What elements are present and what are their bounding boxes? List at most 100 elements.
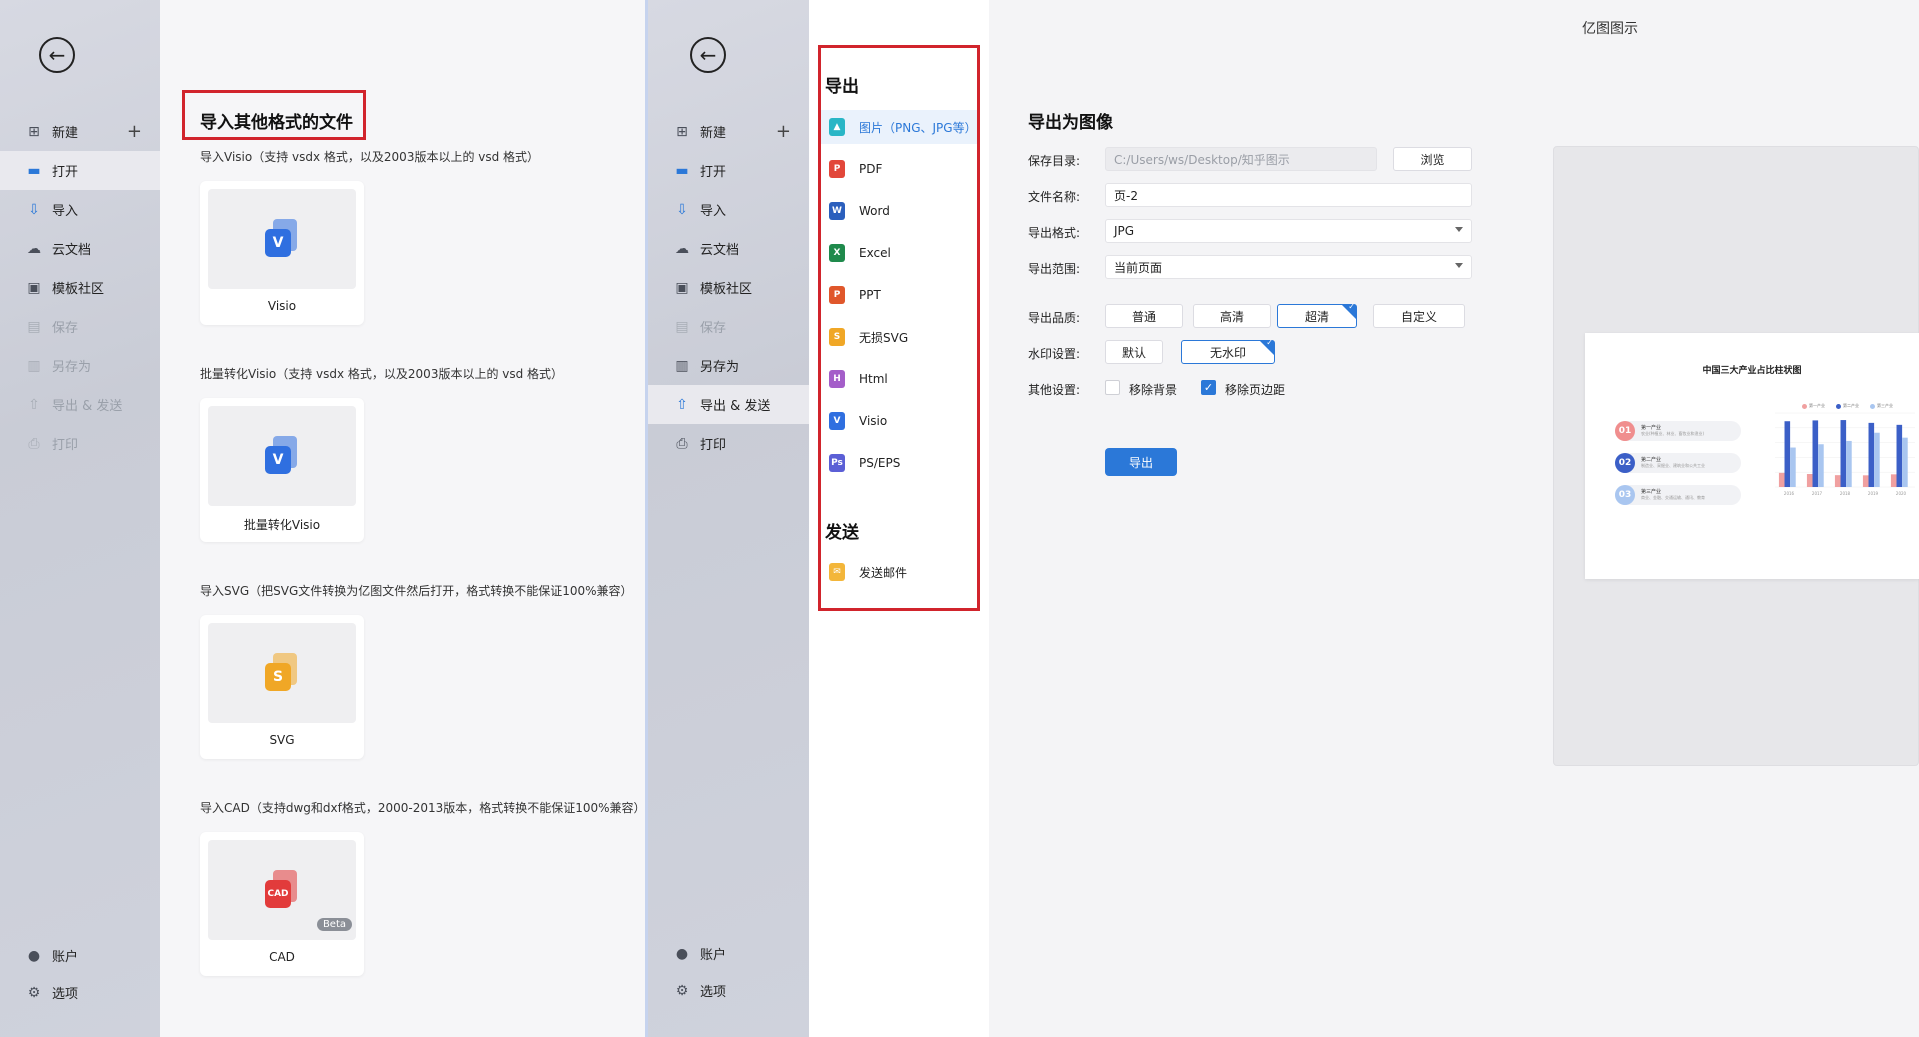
section-description: 导入Visio（支持 vsdx 格式，以及2003版本以上的 vsd 格式） [200, 150, 540, 164]
watermark-option[interactable]: 无水印 [1181, 338, 1275, 364]
chart-bar [1784, 421, 1791, 487]
export-item[interactable]: V Visio [821, 404, 977, 438]
format-label: 导出格式: [1028, 226, 1081, 240]
export-item[interactable]: W Word [821, 194, 977, 228]
nav-item-label: 打印 [52, 438, 79, 453]
export-item[interactable]: X Excel [821, 236, 977, 270]
file-type-icon: W [829, 202, 845, 220]
nav-item[interactable]: ● 账户 [0, 937, 160, 974]
nav-item[interactable]: ▥ 另存为 [0, 346, 160, 385]
nav-item[interactable]: ▣ 模板社区 [0, 268, 160, 307]
chart-bar [1868, 422, 1875, 487]
export-item[interactable]: H Html [821, 362, 977, 396]
nav-item[interactable]: ▤ 保存 [648, 307, 809, 346]
quality-option[interactable]: 普通 [1105, 304, 1183, 328]
export-button[interactable]: 导出 [1105, 448, 1177, 476]
left-bottom-nav: ● 账户 ⚙ 选项 [0, 937, 160, 1011]
browse-button[interactable]: 浏览 [1393, 147, 1472, 171]
save-as-icon: ▥ [675, 357, 689, 374]
nav-item[interactable]: ☁ 云文档 [0, 229, 160, 268]
nav-item[interactable]: ⚙ 选项 [0, 974, 160, 1011]
section-description: 导入CAD（支持dwg和dxf格式，2000-2013版本，格式转换不能保证10… [200, 801, 646, 815]
card-label: CAD [269, 950, 295, 964]
add-icon[interactable]: + [776, 121, 791, 142]
export-item-label: PDF [859, 162, 883, 176]
import-card[interactable]: CAD CAD Beta [200, 832, 364, 976]
gear-icon: ⚙ [27, 984, 41, 1001]
import-card[interactable]: V Visio [200, 181, 364, 325]
nav-item[interactable]: ⎙ 打印 [648, 424, 809, 463]
save-icon: ▤ [675, 318, 689, 335]
export-item-label: 无损SVG [859, 330, 909, 345]
nav-item[interactable]: ⎙ 打印 [0, 424, 160, 463]
nav-item[interactable]: ⊞ 新建 + [0, 112, 160, 151]
community-icon: ▣ [27, 279, 41, 296]
import-card[interactable]: S SVG [200, 615, 364, 759]
card-thumbnail: V [208, 406, 356, 506]
quality-option[interactable]: 高清 [1193, 304, 1271, 328]
chart-bar [1840, 420, 1847, 487]
preview-row-name: 第一产业 [1641, 425, 1662, 431]
quality-option[interactable]: 超清 [1277, 302, 1357, 328]
nav-item[interactable]: ▣ 模板社区 [648, 268, 809, 307]
export-item[interactable]: P PDF [821, 152, 977, 186]
nav-item-label: 选项 [700, 985, 727, 1000]
legend-entry: 第一产业 [1802, 403, 1825, 409]
send-item[interactable]: ✉ 发送邮件 [821, 555, 977, 589]
import-card[interactable]: V 批量转化Visio [200, 398, 364, 542]
caret-down-icon [1455, 263, 1463, 268]
nav-item[interactable]: ● 账户 [648, 935, 809, 972]
x-tick-label: 2017 [1812, 491, 1823, 496]
export-item[interactable]: P PPT [821, 278, 977, 312]
legend-label: 第一产业 [1809, 403, 1825, 408]
nav-item[interactable]: ☁ 云文档 [648, 229, 809, 268]
file-type-icon: S [265, 653, 299, 693]
nav-item[interactable]: ▤ 保存 [0, 307, 160, 346]
nav-item[interactable]: ⇩ 导入 [648, 190, 809, 229]
community-icon: ▣ [675, 279, 689, 296]
file-front-icon: V [265, 229, 291, 257]
filename-input[interactable]: 页-2 [1105, 183, 1472, 207]
left-nav: ⊞ 新建 + ▬ 打开 ⇩ 导入 ☁ 云文档 ▣ 模板社区 ▤ 保存 ▥ 另存为 ⇧ 导出 & 发送 ⎙ 打印 [0, 112, 160, 463]
nav-item[interactable]: ⇩ 导入 [0, 190, 160, 229]
legend-entry: 第三产业 [1870, 403, 1893, 409]
nav-item-label: 保存 [52, 321, 79, 336]
print-icon: ⎙ [28, 435, 40, 452]
add-icon[interactable]: + [127, 121, 142, 142]
nav-item[interactable]: ▬ 打开 [648, 151, 809, 190]
nav-item[interactable]: ▥ 另存为 [648, 346, 809, 385]
save-dir-label: 保存目录: [1028, 154, 1081, 168]
watermark-label: 水印设置: [1028, 347, 1081, 361]
card-thumbnail: S [208, 623, 356, 723]
format-select[interactable]: JPG [1105, 219, 1472, 243]
nav-item-label: 导出 & 发送 [700, 399, 771, 414]
right-nav: ⊞ 新建 + ▬ 打开 ⇩ 导入 ☁ 云文档 ▣ 模板社区 ▤ 保存 ▥ 另存为 ⇧ 导出 & 发送 ⎙ 打印 [648, 112, 809, 463]
export-item[interactable]: S 无损SVG [821, 320, 977, 354]
import-icon: ⇩ [28, 201, 40, 218]
file-type-icon: Ps [829, 454, 845, 472]
cloud-icon: ☁ [27, 240, 41, 257]
nav-item-label: 云文档 [52, 243, 92, 258]
remove-margin-checkbox[interactable]: ✓ [1201, 380, 1216, 395]
export-icon: ⇧ [676, 396, 688, 413]
nav-item[interactable]: ⊞ 新建 + [648, 112, 809, 151]
quality-option[interactable]: 自定义 [1373, 304, 1465, 328]
nav-item-label: 模板社区 [52, 282, 105, 297]
file-front-icon: CAD [265, 880, 291, 908]
back-button[interactable]: ← [690, 37, 726, 73]
preview-row-text: 商业、金融、交通运输、通讯、教育 [1641, 495, 1705, 500]
watermark-option[interactable]: 默认 [1105, 340, 1163, 364]
card-label: 批量转化Visio [243, 518, 321, 532]
nav-item[interactable]: ⇧ 导出 & 发送 [648, 385, 809, 424]
export-item-label: Word [859, 204, 890, 218]
nav-item[interactable]: ▬ 打开 [0, 151, 160, 190]
back-button[interactable]: ← [39, 37, 75, 73]
export-item[interactable]: ▲ 图片（PNG、JPG等） [821, 110, 977, 144]
range-select[interactable]: 当前页面 [1105, 255, 1472, 279]
format-value: JPG [1114, 224, 1135, 238]
nav-item[interactable]: ⚙ 选项 [648, 972, 809, 1009]
remove-bg-checkbox[interactable] [1105, 380, 1120, 395]
save-dir-input[interactable]: C:/Users/ws/Desktop/知乎图示 [1105, 147, 1377, 171]
nav-item[interactable]: ⇧ 导出 & 发送 [0, 385, 160, 424]
export-item[interactable]: Ps PS/EPS [821, 446, 977, 480]
